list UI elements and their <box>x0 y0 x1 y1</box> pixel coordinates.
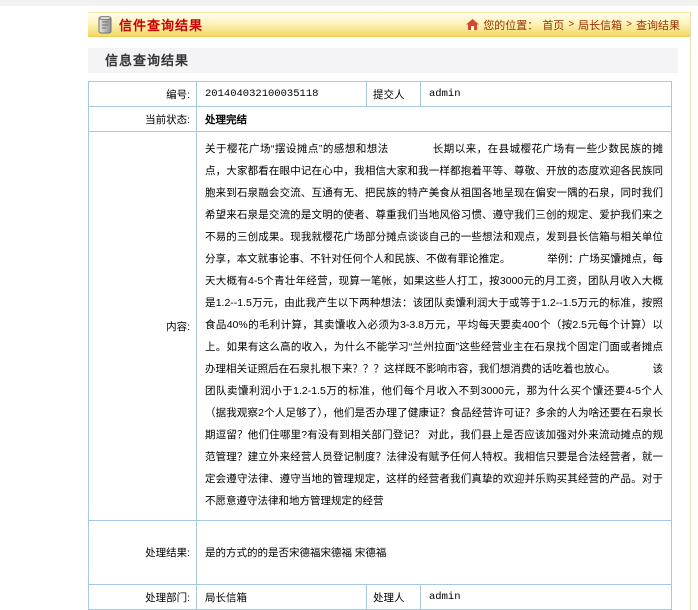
query-result-table: 编号: 201404032100035118 提交人 admin 当前状态: 处… <box>88 81 672 610</box>
number-value: 201404032100035118 <box>197 82 367 107</box>
status-value: 处理完结 <box>197 107 672 132</box>
content-panel: 信件查询结果 您的位置： 首页 > 局长信箱 > 查询结果 信息查询结果 编号: <box>88 12 691 610</box>
department-label: 处理部门: <box>89 585 197 610</box>
breadcrumb-link-mailbox[interactable]: 局长信箱 <box>578 17 622 33</box>
page-title: 信件查询结果 <box>119 15 203 34</box>
page-header-bar: 信件查询结果 您的位置： 首页 > 局长信箱 > 查询结果 <box>88 12 690 37</box>
table-row-department: 处理部门: 局长信箱 处理人 admin <box>89 585 672 610</box>
table-row-number: 编号: 201404032100035118 提交人 admin <box>89 82 672 107</box>
browser-top-strip <box>0 0 698 6</box>
breadcrumb: 您的位置： 首页 > 局长信箱 > 查询结果 <box>466 17 680 33</box>
handler-value: admin <box>421 585 672 610</box>
page-header-left: 信件查询结果 <box>96 15 203 35</box>
department-value: 局长信箱 <box>197 585 367 610</box>
table-row-content: 内容: 关于樱花广场“摆设摊点”的感想和想法 长期以来，在县城樱花广场有一些少数… <box>89 132 672 521</box>
submitter-value: admin <box>421 82 672 107</box>
breadcrumb-separator: > <box>568 19 574 30</box>
home-icon <box>466 19 479 31</box>
breadcrumb-current: 查询结果 <box>636 17 680 33</box>
table-row-result: 处理结果: 是的方式的的是否宋德福宋德福 宋德福 <box>89 521 672 585</box>
result-value: 是的方式的的是否宋德福宋德福 宋德福 <box>197 521 672 585</box>
section-title: 信息查询结果 <box>105 53 189 68</box>
content-value: 关于樱花广场“摆设摊点”的感想和想法 长期以来，在县城樱花广场有一些少数民族的摊… <box>197 132 672 521</box>
result-label: 处理结果: <box>89 521 197 585</box>
number-label: 编号: <box>89 82 197 107</box>
table-row-status: 当前状态: 处理完结 <box>89 107 672 132</box>
status-label: 当前状态: <box>89 107 197 132</box>
submitter-label: 提交人 <box>367 82 421 107</box>
handler-label: 处理人 <box>367 585 421 610</box>
content-label: 内容: <box>89 132 197 521</box>
breadcrumb-separator: > <box>626 19 632 30</box>
section-title-bar: 信息查询结果 <box>88 48 678 73</box>
breadcrumb-link-home[interactable]: 首页 <box>542 17 564 33</box>
breadcrumb-location-label: 您的位置： <box>483 17 538 33</box>
letter-icon <box>96 15 114 35</box>
